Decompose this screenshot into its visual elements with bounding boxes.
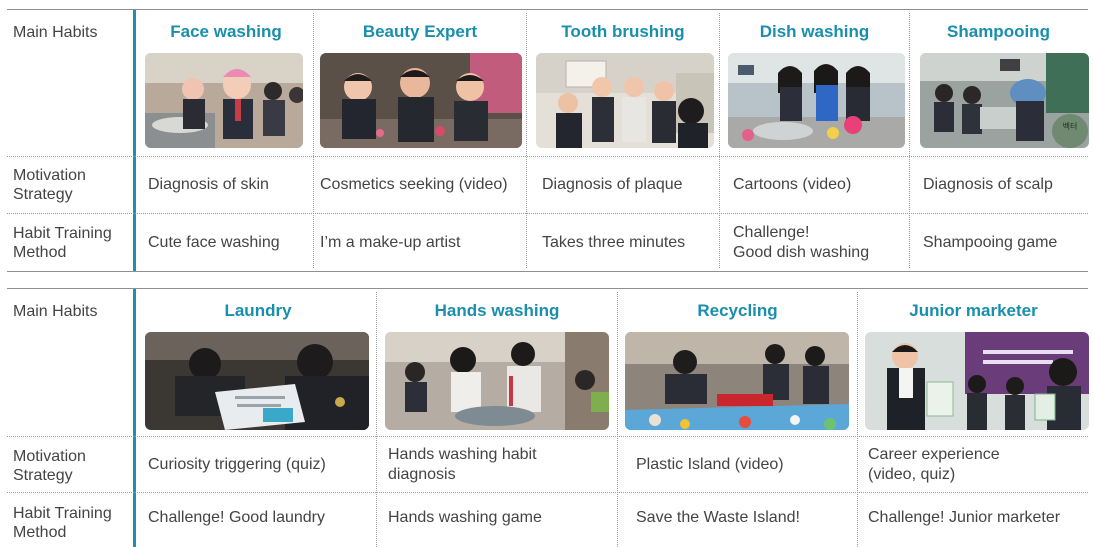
row-label-motivation-strategy: Motivation Strategy [13,448,86,484]
column-divider [857,292,858,547]
table-top-rule [7,288,1088,289]
method-face-washing: Cute face washing [148,233,280,251]
recycling-photo [625,332,849,430]
row-label-habit-training-method: Habit Training Method [13,225,112,261]
column-divider [909,13,910,268]
method-tooth-brushing: Takes three minutes [542,233,686,251]
habit-title-beauty-expert: Beauty Expert [362,22,478,41]
motivation-laundry: Curiosity triggering (quiz) [148,455,326,473]
method-dish-washing: Challenge! Good dish washing [733,223,870,261]
row-label-main-habits: Main Habits [13,23,98,41]
habit-title-junior-marketer: Junior marketer [909,301,1038,320]
label-column-accent-bar [133,10,136,271]
motivation-tooth-brushing: Diagnosis of plaque [542,176,683,193]
method-recycling: Save the Waste Island! [636,509,800,526]
face-washing-photo [145,53,303,148]
habits-table-1: Main Habits Motivation Strategy Habit Tr… [7,9,1089,272]
method-laundry: Challenge! Good laundry [148,509,326,526]
method-hands-washing: Hands washing game [388,509,542,526]
habit-title-laundry: Laundry [224,301,292,320]
habit-title-recycling: Recycling [697,301,778,320]
habit-title-hands-washing: Hands washing [434,301,560,320]
svg-text:벡터: 벡터 [1063,122,1078,131]
motivation-hands-washing: Hands washing habit diagnosis [388,445,537,483]
motivation-face-washing: Diagnosis of skin [148,176,269,193]
motivation-beauty-expert: Cosmetics seeking (video) [320,176,508,193]
row-label-habit-training-method: Habit Training Method [13,505,112,541]
column-divider [526,13,527,268]
habit-title-tooth-brushing: Tooth brushing [561,22,685,41]
column-divider [313,13,314,268]
column-divider [719,13,720,268]
shampooing-photo: 벡터 [920,53,1089,148]
row-label-main-habits: Main Habits [13,302,98,320]
method-shampooing: Shampooing game [923,233,1058,251]
motivation-junior-marketer: Career experience (video, quiz) [868,445,1000,483]
motivation-shampooing: Diagnosis of scalp [923,176,1053,193]
motivation-dish-washing: Cartoons (video) [733,176,852,193]
hands-washing-photo [385,332,609,430]
column-divider [376,292,377,547]
table-top-rule [7,9,1088,10]
habits-table-2: Main Habits Motivation Strategy Habit Tr… [7,288,1089,547]
habit-title-face-washing: Face washing [170,22,282,41]
habit-title-shampooing: Shampooing [947,22,1050,41]
laundry-photo [145,332,369,430]
beauty-expert-photo [320,53,522,148]
junior-marketer-photo [865,332,1089,430]
tooth-brushing-photo [536,53,714,148]
motivation-recycling: Plastic Island (video) [636,455,784,473]
column-divider [617,292,618,547]
dish-washing-photo [728,53,905,148]
row-label-motivation-strategy: Motivation Strategy [13,167,86,203]
method-beauty-expert: I’m a make-up artist [320,233,461,251]
label-column-accent-bar [133,289,136,547]
table-bottom-rule [7,271,1088,272]
method-junior-marketer: Challenge! Junior marketer [868,509,1061,526]
habit-title-dish-washing: Dish washing [759,22,870,41]
